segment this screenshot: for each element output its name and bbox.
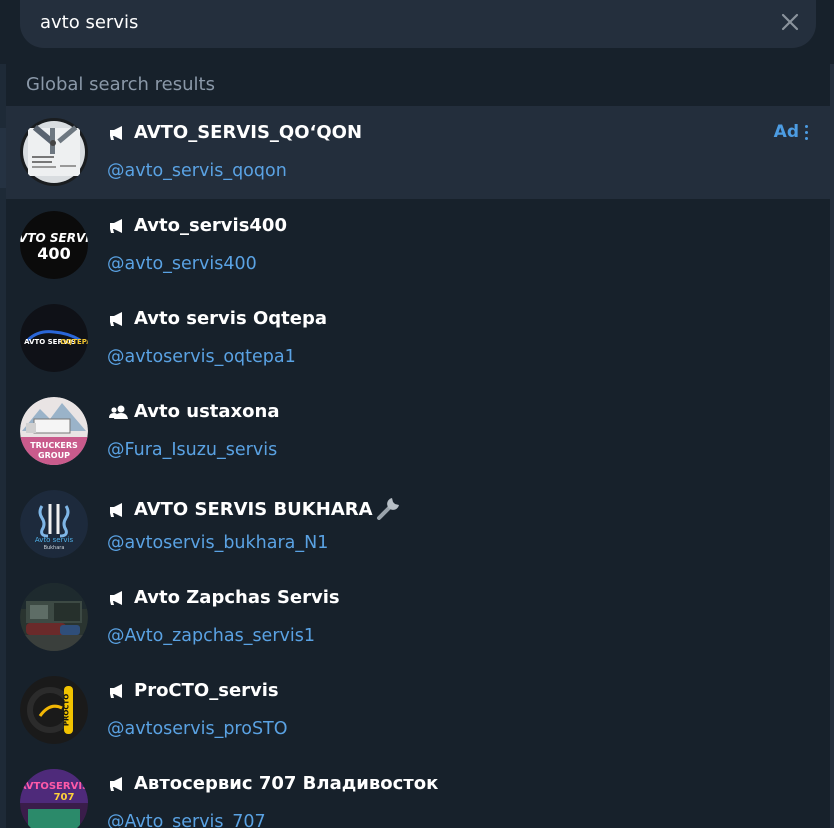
svg-text:Avto servis: Avto servis xyxy=(35,536,74,544)
megaphone-icon xyxy=(108,682,130,700)
result-handle[interactable]: @avto_servis400 xyxy=(107,254,257,274)
result-row[interactable]: AVTO SERVIS 400 Avto_servis400 @avto_ser… xyxy=(6,199,830,292)
result-handle[interactable]: @avtoservis_proSTO xyxy=(107,719,288,739)
avatar: AVTOSERVIS 707 xyxy=(20,769,88,828)
wrench-icon xyxy=(375,494,403,525)
result-handle[interactable]: @Avto_servis_707 xyxy=(107,812,266,828)
svg-text:PROCTO: PROCTO xyxy=(63,694,71,726)
result-row[interactable]: AVTOSERVIS 707 Автосервис 707 Владивосто… xyxy=(6,757,830,828)
ad-badge[interactable]: Ad xyxy=(774,122,808,142)
avatar: AVTO SERVIS OQTEPA xyxy=(20,304,88,372)
result-row[interactable]: PROCTO ProCTO_servis @avtoservis_proSTO xyxy=(6,664,830,757)
result-title: Avto servis Oqtepa xyxy=(134,308,327,329)
result-row[interactable]: TRUCKERS GROUP Avto ustaxona @Fura_Isuzu… xyxy=(6,385,830,478)
avatar xyxy=(20,583,88,651)
megaphone-icon xyxy=(108,217,130,235)
svg-text:TRUCKERS: TRUCKERS xyxy=(30,441,78,450)
result-row[interactable]: AVTO SERVIS OQTEPA Avto servis Oqtepa @a… xyxy=(6,292,830,385)
search-header xyxy=(0,0,834,64)
result-title: Avto ustaxona xyxy=(134,401,280,422)
svg-text:Bukhara: Bukhara xyxy=(44,545,65,551)
avatar: Avto servis Bukhara xyxy=(20,490,88,558)
result-handle[interactable]: @avtoservis_bukhara_N1 xyxy=(107,533,328,553)
megaphone-icon xyxy=(108,775,130,793)
result-title: ProCTO_servis xyxy=(134,680,279,701)
result-row[interactable]: AVTO_SERVIS_QO‘QON @avto_servis_qoqon Ad xyxy=(6,106,830,199)
result-title: Avto Zapchas Servis xyxy=(134,587,340,608)
result-handle[interactable]: @Fura_Isuzu_servis xyxy=(107,440,277,460)
search-box xyxy=(20,0,816,48)
avatar xyxy=(20,118,88,186)
result-handle[interactable]: @avtoservis_oqtepa1 xyxy=(107,347,296,367)
svg-text:400: 400 xyxy=(37,244,70,263)
svg-text:OQTEPA: OQTEPA xyxy=(60,338,88,346)
app-window: Global search results xyxy=(0,0,834,828)
avatar: TRUCKERS GROUP xyxy=(20,397,88,465)
result-handle[interactable]: @avto_servis_qoqon xyxy=(107,161,287,181)
search-input[interactable] xyxy=(20,0,770,47)
avatar: PROCTO xyxy=(20,676,88,744)
svg-text:AVTOSERVIS: AVTOSERVIS xyxy=(20,781,88,792)
result-handle[interactable]: @Avto_zapchas_servis1 xyxy=(107,626,315,646)
svg-text:AVTO SERVIS: AVTO SERVIS xyxy=(20,231,88,245)
close-icon xyxy=(781,13,799,31)
megaphone-icon xyxy=(108,589,130,607)
result-row[interactable]: Avto Zapchas Servis @Avto_zapchas_servis… xyxy=(6,571,830,664)
megaphone-icon xyxy=(108,124,130,142)
more-options-icon xyxy=(805,124,808,140)
result-title: Автосервис 707 Владивосток xyxy=(134,773,439,794)
svg-text:GROUP: GROUP xyxy=(38,451,70,460)
avatar: AVTO SERVIS 400 xyxy=(20,211,88,279)
result-row[interactable]: Avto servis Bukhara AVTO SERVIS BUKHARA … xyxy=(6,478,830,571)
clear-search-button[interactable] xyxy=(770,2,810,42)
result-title: AVTO SERVIS BUKHARA xyxy=(134,499,373,520)
scrollbar-track[interactable] xyxy=(830,64,834,828)
section-title: Global search results xyxy=(26,74,215,95)
group-icon xyxy=(108,403,130,421)
megaphone-icon xyxy=(108,501,130,519)
search-results-panel: Global search results AVTO_SERVIS_QO‘QON… xyxy=(6,64,830,828)
svg-text:707: 707 xyxy=(54,792,75,803)
result-title: AVTO_SERVIS_QO‘QON xyxy=(134,122,363,143)
result-title: Avto_servis400 xyxy=(134,215,287,236)
megaphone-icon xyxy=(108,310,130,328)
